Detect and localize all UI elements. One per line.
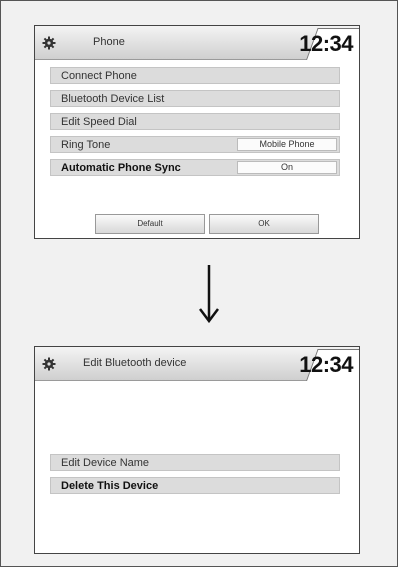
ok-button[interactable]: OK: [209, 214, 319, 234]
menu-item-label: Delete This Device: [61, 480, 159, 492]
button-bar: Default OK: [95, 214, 319, 234]
down-arrow-icon: [199, 265, 219, 324]
edit-bluetooth-device-screen: Edit Bluetooth device 12:34 Edit Device …: [34, 346, 360, 554]
automatic-phone-sync-value: On: [237, 161, 337, 174]
clock: 12:34: [299, 352, 353, 377]
menu-item-delete-this-device[interactable]: Delete This Device: [50, 477, 340, 494]
menu-item-ring-tone[interactable]: Ring Tone Mobile Phone: [50, 136, 340, 153]
screen-title: Edit Bluetooth device: [83, 357, 187, 369]
menu-item-label: Edit Device Name: [61, 457, 150, 469]
menu-item-label: Ring Tone: [61, 139, 111, 151]
default-button[interactable]: Default: [95, 214, 205, 234]
title-bar: Phone 12:34: [35, 26, 359, 60]
gear-icon: [42, 357, 56, 371]
screen-title: Phone: [93, 36, 125, 48]
phone-settings-screen: Phone 12:34 Connect Phone Bluetooth Devi…: [34, 25, 360, 239]
gear-icon: [42, 36, 56, 50]
menu-item-edit-speed-dial[interactable]: Edit Speed Dial: [50, 113, 340, 130]
menu-item-label: Automatic Phone Sync: [61, 162, 181, 174]
phone-menu: Connect Phone Bluetooth Device List Edit…: [50, 67, 340, 182]
menu-item-label: Edit Speed Dial: [61, 116, 137, 128]
menu-item-connect-phone[interactable]: Connect Phone: [50, 67, 340, 84]
menu-item-label: Connect Phone: [61, 70, 137, 82]
device-menu: Edit Device Name Delete This Device: [50, 454, 340, 500]
clock: 12:34: [299, 31, 353, 56]
menu-item-bluetooth-device-list[interactable]: Bluetooth Device List: [50, 90, 340, 107]
menu-item-automatic-phone-sync[interactable]: Automatic Phone Sync On: [50, 159, 340, 176]
title-bar: Edit Bluetooth device 12:34: [35, 347, 359, 381]
menu-item-label: Bluetooth Device List: [61, 93, 165, 105]
figure-frame: Phone 12:34 Connect Phone Bluetooth Devi…: [0, 0, 398, 567]
menu-item-edit-device-name[interactable]: Edit Device Name: [50, 454, 340, 471]
ring-tone-value: Mobile Phone: [237, 138, 337, 151]
